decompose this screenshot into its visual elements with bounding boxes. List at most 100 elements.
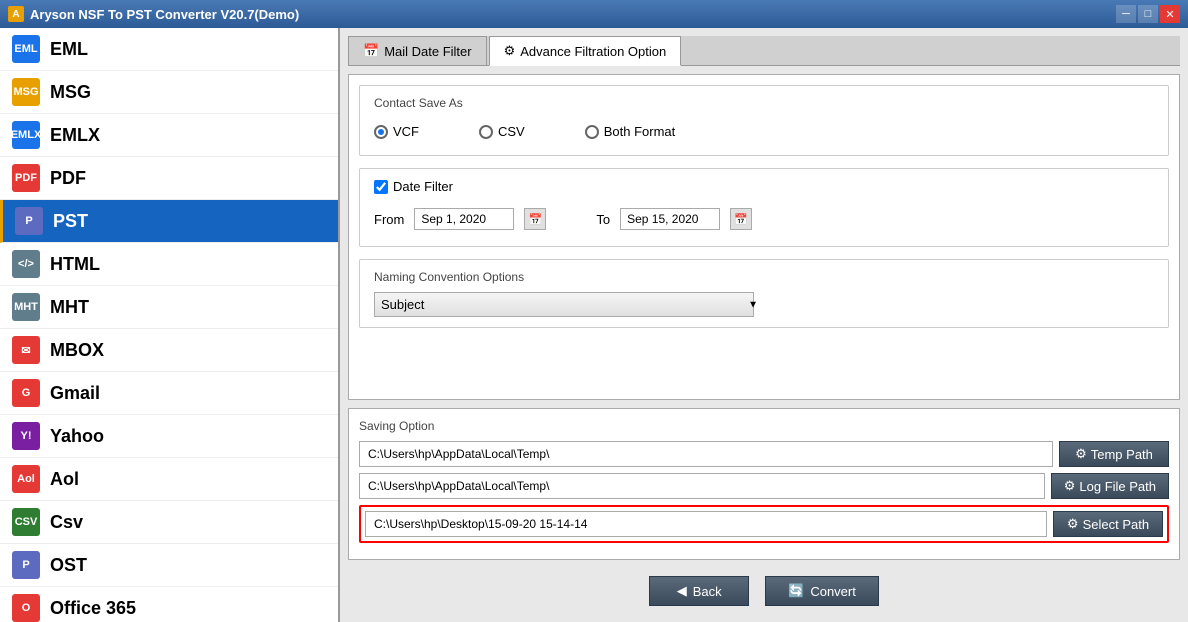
pdf-label: PDF — [50, 168, 86, 189]
tab-advance-filtration[interactable]: ⚙ Advance Filtration Option — [489, 36, 682, 66]
select-path-input[interactable] — [365, 511, 1047, 537]
emlx-label: EMLX — [50, 125, 100, 146]
convert-label: Convert — [810, 584, 856, 599]
from-calendar-button[interactable]: 📅 — [524, 208, 546, 230]
temp-path-icon: ⚙ — [1075, 446, 1087, 462]
radio-csv-label: CSV — [498, 124, 525, 139]
sidebar: EML EML MSG MSG EMLX EMLX PDF PDF P PST </> HTML MHT… — [0, 28, 340, 622]
csv-label: Csv — [50, 512, 83, 533]
date-filter-checkbox-row: Date Filter — [374, 179, 1154, 194]
minimize-button[interactable]: ─ — [1116, 5, 1136, 23]
sidebar-item-eml[interactable]: EML EML — [0, 28, 338, 71]
back-icon: ◀ — [677, 583, 687, 599]
naming-convention-select[interactable]: Subject Date From To Subject-Date — [374, 292, 754, 317]
tab-mail-date-filter[interactable]: 📅 Mail Date Filter — [348, 36, 487, 65]
msg-label: MSG — [50, 82, 91, 103]
aol-label: Aol — [50, 469, 79, 490]
naming-convention-label: Naming Convention Options — [374, 270, 1154, 284]
html-icon: </> — [12, 250, 40, 278]
temp-path-row: ⚙ Temp Path — [359, 441, 1169, 467]
yahoo-icon: Y! — [12, 422, 40, 450]
temp-path-input[interactable] — [359, 441, 1053, 467]
naming-select-wrapper: Subject Date From To Subject-Date — [374, 292, 764, 317]
date-filter-section: Date Filter From 📅 To 📅 — [359, 168, 1169, 247]
close-button[interactable]: ✕ — [1160, 5, 1180, 23]
to-label: To — [596, 212, 610, 227]
eml-icon: EML — [12, 35, 40, 63]
eml-label: EML — [50, 39, 88, 60]
html-label: HTML — [50, 254, 100, 275]
app-icon: A — [8, 6, 24, 22]
office365-icon: O — [12, 594, 40, 622]
sidebar-item-emlx[interactable]: EMLX EMLX — [0, 114, 338, 157]
pdf-icon: PDF — [12, 164, 40, 192]
sidebar-item-html[interactable]: </> HTML — [0, 243, 338, 286]
radio-csv[interactable]: CSV — [479, 124, 525, 139]
temp-path-label: Temp Path — [1091, 447, 1153, 462]
log-file-path-label: Log File Path — [1079, 479, 1156, 494]
sidebar-item-ost[interactable]: POST — [0, 544, 338, 587]
naming-convention-row: Subject Date From To Subject-Date — [374, 292, 1154, 317]
convert-button[interactable]: 🔄 Convert — [765, 576, 879, 606]
radio-vcf-label: VCF — [393, 124, 419, 139]
tab-advance-label: Advance Filtration Option — [520, 44, 666, 59]
log-file-path-input[interactable] — [359, 473, 1045, 499]
radio-vcf-circle — [374, 125, 388, 139]
csv-icon: CSV — [12, 508, 40, 536]
select-path-icon: ⚙ — [1067, 516, 1079, 532]
mbox-icon: ✉ — [12, 336, 40, 364]
back-button[interactable]: ◀ Back — [649, 576, 749, 606]
yahoo-label: Yahoo — [50, 426, 104, 447]
bottom-bar: ◀ Back 🔄 Convert — [348, 568, 1180, 614]
gmail-label: Gmail — [50, 383, 100, 404]
select-path-row: ⚙ Select Path — [359, 505, 1169, 543]
right-panel: 📅 Mail Date Filter ⚙ Advance Filtration … — [340, 28, 1188, 622]
title-bar: A Aryson NSF To PST Converter V20.7(Demo… — [0, 0, 1188, 28]
ost-icon: P — [12, 551, 40, 579]
sidebar-item-gmail[interactable]: G Gmail — [0, 372, 338, 415]
mht-label: MHT — [50, 297, 89, 318]
app-title: Aryson NSF To PST Converter V20.7(Demo) — [30, 7, 299, 22]
back-label: Back — [693, 584, 722, 599]
sidebar-item-pdf[interactable]: PDF PDF — [0, 157, 338, 200]
from-date-input[interactable] — [414, 208, 514, 230]
sidebar-item-msg[interactable]: MSG MSG — [0, 71, 338, 114]
mbox-label: MBOX — [50, 340, 104, 361]
to-date-input[interactable] — [620, 208, 720, 230]
convert-icon: 🔄 — [788, 583, 804, 599]
from-label: From — [374, 212, 404, 227]
radio-vcf[interactable]: VCF — [374, 124, 419, 139]
select-path-label: Select Path — [1083, 517, 1150, 532]
radio-both-label: Both Format — [604, 124, 676, 139]
maximize-button[interactable]: □ — [1138, 5, 1158, 23]
pst-icon: P — [15, 207, 43, 235]
sidebar-item-yahoo[interactable]: Y! Yahoo — [0, 415, 338, 458]
contact-save-section: Contact Save As VCF CSV Both Format — [359, 85, 1169, 156]
radio-both[interactable]: Both Format — [585, 124, 676, 139]
contact-save-radio-group: VCF CSV Both Format — [374, 118, 1154, 145]
emlx-icon: EMLX — [12, 121, 40, 149]
temp-path-button[interactable]: ⚙ Temp Path — [1059, 441, 1169, 467]
window-controls[interactable]: ─ □ ✕ — [1116, 5, 1180, 23]
pst-label: PST — [53, 211, 88, 232]
calendar-icon: 📅 — [363, 43, 379, 59]
date-filter-checkbox[interactable] — [374, 180, 388, 194]
log-file-path-button[interactable]: ⚙ Log File Path — [1051, 473, 1169, 499]
content-area: Contact Save As VCF CSV Both Format — [348, 74, 1180, 400]
to-calendar-button[interactable]: 📅 — [730, 208, 752, 230]
office365-label: Office 365 — [50, 598, 136, 619]
sidebar-item-mht[interactable]: MHTMHT — [0, 286, 338, 329]
msg-icon: MSG — [12, 78, 40, 106]
select-path-button[interactable]: ⚙ Select Path — [1053, 511, 1163, 537]
gmail-icon: G — [12, 379, 40, 407]
naming-convention-section: Naming Convention Options Subject Date F… — [359, 259, 1169, 328]
sidebar-item-office365[interactable]: O Office 365 — [0, 587, 338, 622]
sidebar-item-mbox[interactable]: ✉ MBOX — [0, 329, 338, 372]
saving-options-section: Saving Option ⚙ Temp Path ⚙ Log File Pat… — [348, 408, 1180, 560]
radio-both-circle — [585, 125, 599, 139]
tab-mail-label: Mail Date Filter — [384, 44, 471, 59]
sidebar-item-aol[interactable]: AolAol — [0, 458, 338, 501]
sidebar-item-csv[interactable]: CSV Csv — [0, 501, 338, 544]
sidebar-item-pst[interactable]: P PST — [0, 200, 338, 243]
date-filter-label: Date Filter — [393, 179, 453, 194]
